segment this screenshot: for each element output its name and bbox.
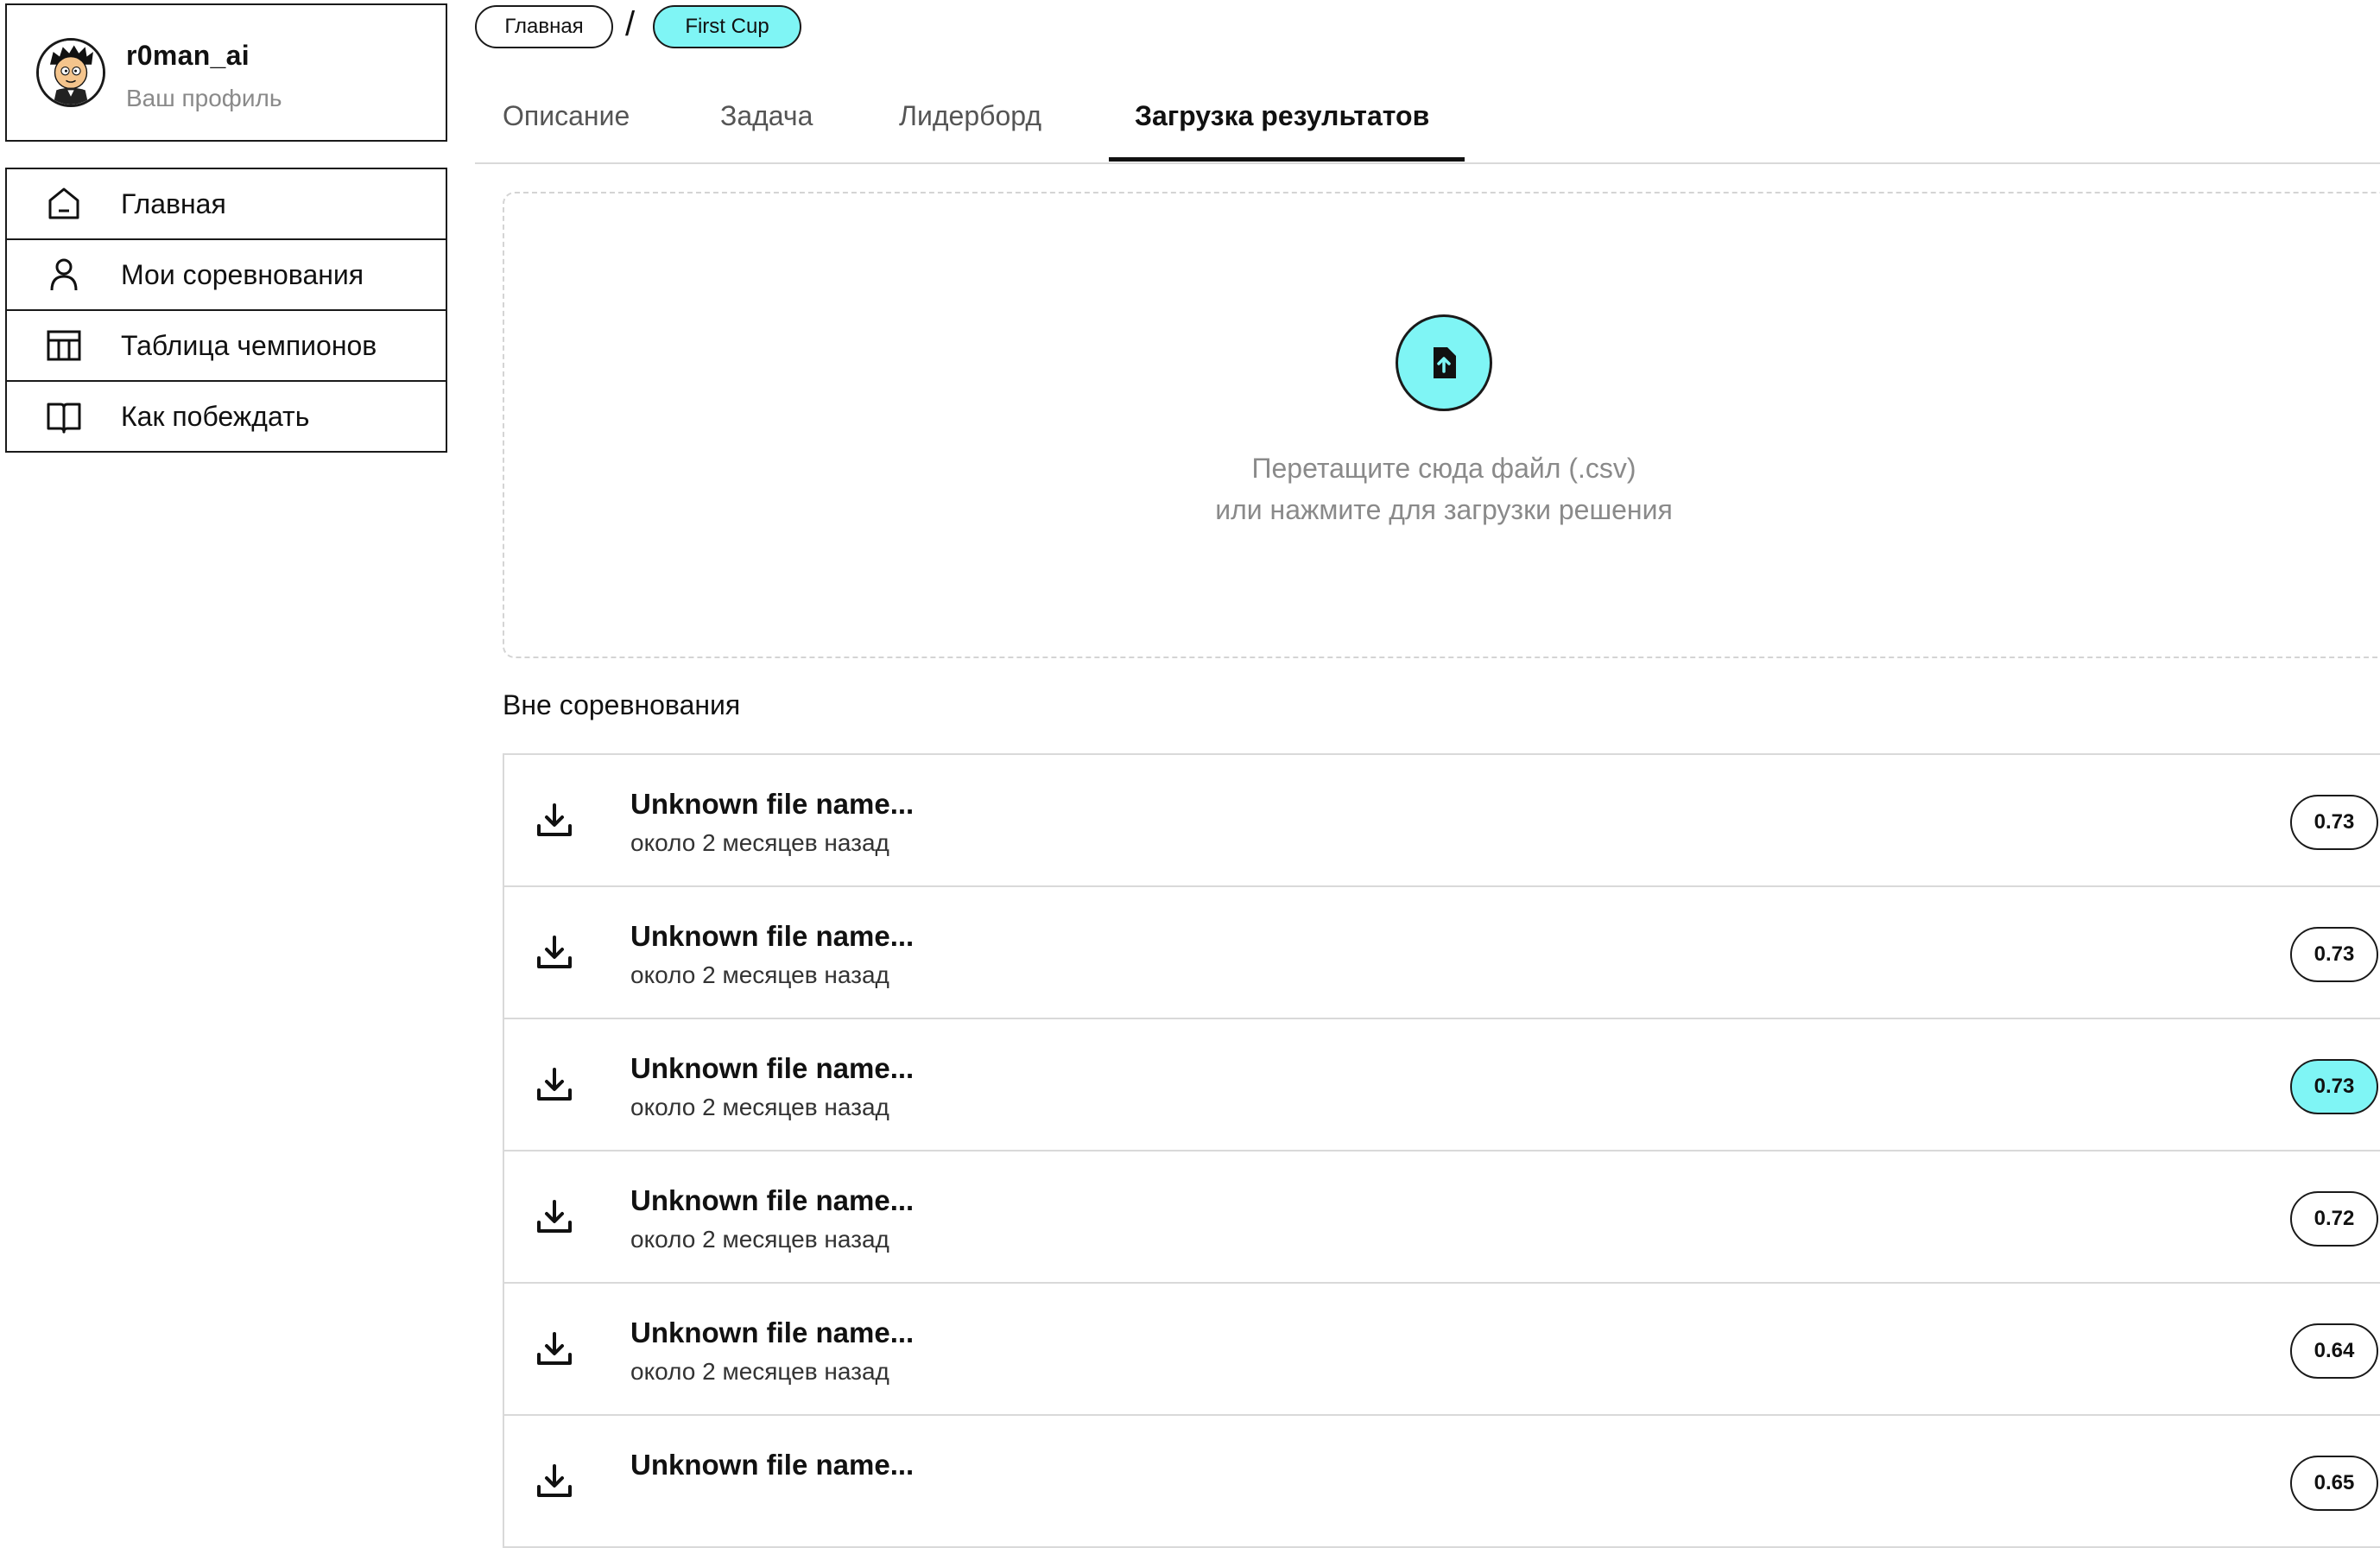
list-item: Unknown file name... около 2 месяцев наз…	[503, 1282, 2380, 1416]
download-icon[interactable]	[534, 1461, 575, 1502]
breadcrumb-home[interactable]: Главная	[475, 5, 613, 48]
file-name: Unknown file name...	[630, 1449, 915, 1481]
sidebar-item-label: Мои соревнования	[121, 258, 364, 290]
avatar-image	[39, 41, 103, 105]
download-icon[interactable]	[534, 1196, 575, 1238]
list-item: Unknown file name... около 2 месяцев наз…	[503, 1150, 2380, 1284]
list-item: Unknown file name... около 2 месяцев наз…	[503, 1018, 2380, 1151]
submission-time: около 2 месяцев назад	[630, 1358, 889, 1385]
book-icon	[45, 397, 83, 435]
score-badge[interactable]: 0.72	[2290, 1191, 2378, 1247]
breadcrumb-current[interactable]: First Cup	[653, 5, 801, 48]
submissions-list: Unknown file name... около 2 месяцев наз…	[503, 753, 2380, 1548]
sidebar-item-champions-table[interactable]: Таблица чемпионов	[5, 309, 447, 382]
sidebar-item-label: Как побеждать	[121, 400, 310, 432]
submission-time: около 2 месяцев назад	[630, 1226, 889, 1253]
tab-description[interactable]: Описание	[503, 93, 630, 164]
score-badge-selected[interactable]: 0.73	[2290, 1059, 2378, 1114]
download-icon[interactable]	[534, 1064, 575, 1106]
profile-subtitle: Ваш профиль	[126, 85, 282, 111]
submission-time: около 2 месяцев назад	[630, 829, 889, 856]
list-item: Unknown file name... 0.65	[503, 1414, 2380, 1548]
sidebar-item-home[interactable]: Главная	[5, 168, 447, 240]
score-badge[interactable]: 0.64	[2290, 1323, 2378, 1379]
profile-card[interactable]: r0man_ai Ваш профиль	[5, 3, 447, 142]
submission-time: около 2 месяцев назад	[630, 1094, 889, 1120]
file-dropzone[interactable]	[503, 192, 2380, 658]
tab-leaderboard[interactable]: Лидерборд	[899, 93, 1041, 164]
file-name: Unknown file name...	[630, 1184, 915, 1216]
active-tab-indicator	[1109, 157, 1465, 162]
tab-bar: Описание Задача Лидерборд Загрузка резул…	[475, 93, 2380, 164]
list-item: Unknown file name... около 2 месяцев наз…	[503, 885, 2380, 1019]
file-upload-icon	[1434, 347, 1456, 378]
dropzone-instruction: Перетащите сюда файл (.csv)	[1251, 453, 1636, 484]
sidebar-item-how-to-win[interactable]: Как побеждать	[5, 380, 447, 453]
tab-task[interactable]: Задача	[720, 93, 813, 164]
dropzone-instruction-secondary: или нажмите для загрузки решения	[1215, 494, 1673, 525]
home-icon	[45, 185, 83, 223]
score-badge[interactable]: 0.73	[2290, 795, 2378, 850]
sidebar-item-label: Таблица чемпионов	[121, 329, 377, 361]
file-name: Unknown file name...	[630, 1316, 915, 1348]
download-icon[interactable]	[534, 932, 575, 974]
file-name: Unknown file name...	[630, 1052, 915, 1084]
score-badge[interactable]: 0.73	[2290, 927, 2378, 982]
profile-username: r0man_ai	[126, 40, 250, 71]
upload-button[interactable]	[1396, 314, 1492, 411]
download-icon[interactable]	[534, 800, 575, 841]
sidebar-item-my-competitions[interactable]: Мои соревнования	[5, 238, 447, 311]
avatar	[36, 38, 105, 107]
table-icon	[45, 327, 83, 365]
submission-time: около 2 месяцев назад	[630, 961, 889, 988]
file-name: Unknown file name...	[630, 920, 915, 952]
sidebar-nav: Главная Мои соревнования Таблица чемпион…	[5, 168, 447, 453]
tab-upload-results[interactable]: Загрузка результатов	[1135, 93, 1429, 164]
sidebar-item-label: Главная	[121, 187, 226, 219]
download-icon[interactable]	[534, 1329, 575, 1370]
section-title: Вне соревнования	[503, 689, 741, 720]
list-item: Unknown file name... около 2 месяцев наз…	[503, 753, 2380, 887]
user-icon	[45, 256, 83, 294]
breadcrumb-separator: /	[625, 5, 636, 43]
score-badge[interactable]: 0.65	[2290, 1456, 2378, 1511]
file-name: Unknown file name...	[630, 788, 915, 820]
